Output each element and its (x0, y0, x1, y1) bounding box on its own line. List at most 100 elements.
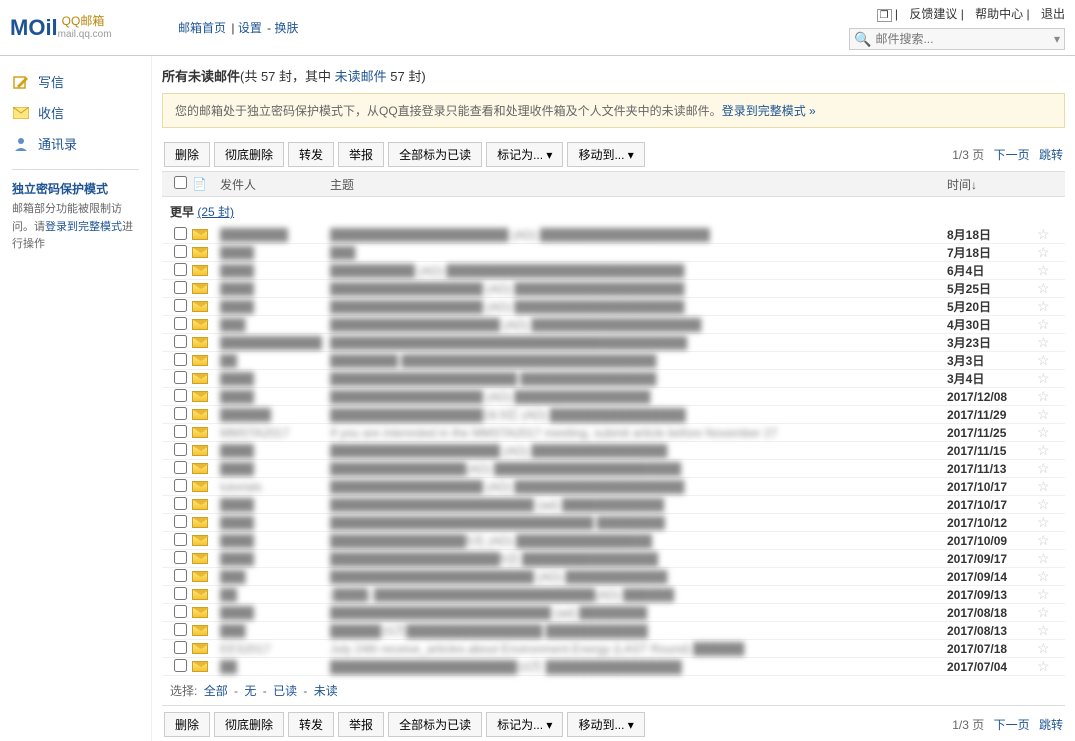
unread-link[interactable]: 未读邮件 (335, 69, 387, 84)
row-checkbox[interactable] (174, 497, 187, 510)
mail-row[interactable]: ████████████████████████10万 ████████████… (162, 658, 1065, 676)
row-checkbox[interactable] (174, 371, 187, 384)
sidebar-contacts[interactable]: 通讯录 (12, 128, 139, 159)
forward-button[interactable]: 转发 (288, 142, 334, 167)
row-checkbox[interactable] (174, 659, 187, 672)
mark-as-button[interactable]: 标记为... ▾ (486, 142, 563, 167)
row-checkbox[interactable] (174, 281, 187, 294)
star-icon[interactable]: ☆ (1037, 298, 1050, 314)
star-icon[interactable]: ☆ (1037, 514, 1050, 530)
forward-button[interactable]: 转发 (288, 712, 334, 737)
row-checkbox[interactable] (174, 299, 187, 312)
search-box[interactable]: 🔍 ▾ (849, 28, 1065, 50)
delete-button[interactable]: 删除 (164, 142, 210, 167)
star-icon[interactable]: ☆ (1037, 586, 1050, 602)
notice-link[interactable]: 登录到完整模式 » (722, 104, 816, 118)
mail-row[interactable]: MMSTA2017If you are interested in the MM… (162, 424, 1065, 442)
row-checkbox[interactable] (174, 641, 187, 654)
mail-row[interactable]: ██[████] ██████████████████████████(AD) … (162, 586, 1065, 604)
mail-row[interactable]: █████████15万████████████████ ███████████… (162, 622, 1065, 640)
col-time[interactable]: 时间↓ (947, 176, 1037, 193)
group-count[interactable]: (25 封) (197, 205, 234, 219)
star-icon[interactable]: ☆ (1037, 352, 1050, 368)
next-page[interactable]: 下一页 (994, 148, 1030, 162)
star-icon[interactable]: ☆ (1037, 568, 1050, 584)
col-subject[interactable]: 主题 (326, 176, 947, 193)
row-checkbox[interactable] (174, 317, 187, 330)
delete-all-button[interactable]: 彻底删除 (214, 712, 284, 737)
star-icon[interactable]: ☆ (1037, 496, 1050, 512)
star-icon[interactable]: ☆ (1037, 442, 1050, 458)
star-icon[interactable]: ☆ (1037, 244, 1050, 260)
mark-read-button[interactable]: 全部标为已读 (388, 142, 482, 167)
next-page[interactable]: 下一页 (994, 718, 1030, 732)
search-dropdown-icon[interactable]: ▾ (1054, 32, 1060, 46)
link-feedback[interactable]: 反馈建议 (909, 7, 957, 21)
row-checkbox[interactable] (174, 443, 187, 456)
row-checkbox[interactable] (174, 587, 187, 600)
sidebar-compose[interactable]: 写信 (12, 66, 139, 97)
row-checkbox[interactable] (174, 533, 187, 546)
mail-row[interactable]: EES2017July 24th receive_articles.about … (162, 640, 1065, 658)
mail-row[interactable]: ████████████████████████████ (ad) ██████… (162, 496, 1065, 514)
mail-row[interactable]: ████████████████████████18.5亿 (AD) █████… (162, 406, 1065, 424)
row-checkbox[interactable] (174, 605, 187, 618)
select-none[interactable]: 无 (244, 684, 256, 698)
mark-as-button[interactable]: 标记为... ▾ (486, 712, 563, 737)
row-checkbox[interactable] (174, 263, 187, 276)
row-checkbox[interactable] (174, 551, 187, 564)
row-checkbox[interactable] (174, 425, 187, 438)
star-icon[interactable]: ☆ (1037, 226, 1050, 242)
select-read[interactable]: 已读 (273, 684, 297, 698)
link-logout[interactable]: 退出 (1041, 7, 1065, 21)
row-checkbox[interactable] (174, 623, 187, 636)
mail-row[interactable]: tutorials██████████████████ (AD) ███████… (162, 478, 1065, 496)
mail-row[interactable]: ████████████████████(AD) ███████████████… (162, 460, 1065, 478)
star-icon[interactable]: ☆ (1037, 424, 1050, 440)
mail-row[interactable]: ███████████████████████████████████ ████… (162, 514, 1065, 532)
mail-row[interactable]: ██████████████████████ (AD) ████████████… (162, 388, 1065, 406)
delete-all-button[interactable]: 彻底删除 (214, 142, 284, 167)
logo[interactable]: MOil QQ邮箱 mail.qq.com (10, 15, 150, 41)
sidebar-full-mode-link[interactable]: 登录到完整模式 (45, 221, 122, 233)
mark-read-button[interactable]: 全部标为已读 (388, 712, 482, 737)
row-checkbox[interactable] (174, 389, 187, 402)
row-checkbox[interactable] (174, 515, 187, 528)
mail-row[interactable]: ██████████████████████ (AD) ████████████… (162, 298, 1065, 316)
move-to-button[interactable]: 移动到... ▾ (567, 712, 644, 737)
mail-row[interactable]: ██████████████████████████████ (ad) ████… (162, 604, 1065, 622)
mail-row[interactable]: █████████████████████████████ (AD) █████… (162, 226, 1065, 244)
row-checkbox[interactable] (174, 461, 187, 474)
mail-row[interactable]: ███████████████████████████ (AD) ███████… (162, 568, 1065, 586)
star-icon[interactable]: ☆ (1037, 532, 1050, 548)
mail-row[interactable]: ███████████████████████ (AD) ███████████… (162, 316, 1065, 334)
delete-button[interactable]: 删除 (164, 712, 210, 737)
mail-row[interactable]: ██████████████████████ (AD) ████████████… (162, 280, 1065, 298)
report-button[interactable]: 举报 (338, 712, 384, 737)
star-icon[interactable]: ☆ (1037, 658, 1050, 674)
star-icon[interactable]: ☆ (1037, 280, 1050, 296)
mail-row[interactable]: ███████7月18日☆ (162, 244, 1065, 262)
star-icon[interactable]: ☆ (1037, 604, 1050, 620)
row-checkbox[interactable] (174, 353, 187, 366)
star-icon[interactable]: ☆ (1037, 622, 1050, 638)
row-checkbox[interactable] (174, 335, 187, 348)
row-checkbox[interactable] (174, 407, 187, 420)
row-checkbox[interactable] (174, 227, 187, 240)
row-checkbox[interactable] (174, 479, 187, 492)
mail-row[interactable]: ████████████████████████ (AD) ██████████… (162, 442, 1065, 460)
nav-skin[interactable]: 换肤 (275, 21, 299, 35)
mail-row[interactable]: ████████████████████████████████████████… (162, 334, 1065, 352)
star-icon[interactable]: ☆ (1037, 640, 1050, 656)
select-unread[interactable]: 未读 (314, 684, 338, 698)
link-help[interactable]: 帮助中心 (975, 7, 1023, 21)
search-input[interactable] (875, 32, 1054, 46)
star-icon[interactable]: ☆ (1037, 316, 1050, 332)
star-icon[interactable]: ☆ (1037, 388, 1050, 404)
nav-settings[interactable]: 设置 (238, 21, 262, 35)
star-icon[interactable]: ☆ (1037, 334, 1050, 350)
star-icon[interactable]: ☆ (1037, 460, 1050, 476)
mail-row[interactable]: ████████████████████5元 (AD) ████████████… (162, 532, 1065, 550)
mail-row[interactable]: ██████████████ (AD) ████████████████████… (162, 262, 1065, 280)
mail-row[interactable]: ██████████ █████████████████████████████… (162, 352, 1065, 370)
